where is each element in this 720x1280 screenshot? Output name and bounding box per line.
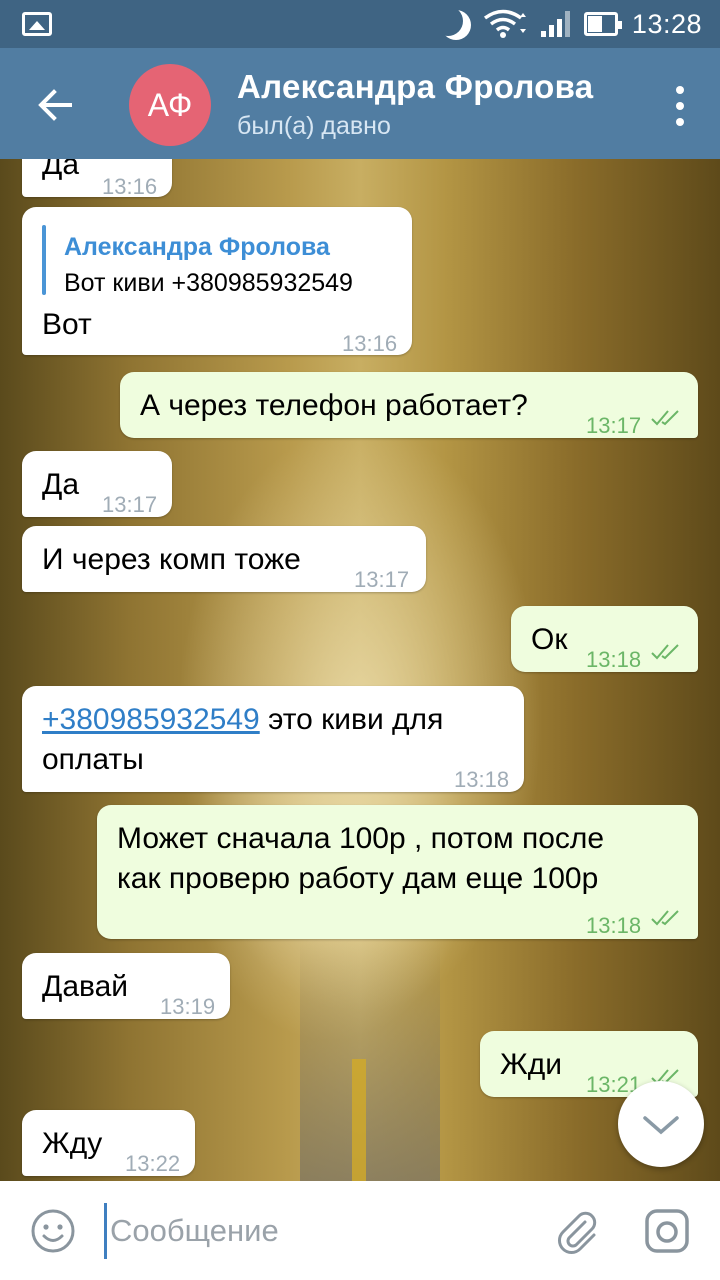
message-input[interactable]	[104, 1203, 524, 1259]
message-text: Ок	[531, 623, 568, 656]
message-list[interactable]: Да 13:16 Александра Фролова Вот киви +38…	[0, 159, 720, 1181]
menu-dots-icon[interactable]	[670, 86, 690, 126]
double-check-icon	[651, 644, 679, 660]
do-not-disturb-icon	[433, 6, 463, 36]
message-text: Да	[42, 159, 80, 181]
wifi-icon	[483, 9, 526, 38]
message-text: Жду	[42, 1127, 103, 1160]
emoji-icon[interactable]	[30, 1208, 76, 1254]
message-time: 13:16	[102, 174, 158, 199]
message-text: Да	[42, 468, 80, 501]
message-text-line2: как проверю работу дам еще 100р	[117, 862, 599, 895]
message-input-bar	[0, 1181, 720, 1280]
gallery-notification-icon	[22, 12, 52, 36]
chat-header: АФ Александра Фролова был(а) давно	[0, 48, 720, 159]
message-text: Жди	[500, 1048, 562, 1081]
reply-author: Александра Фролова	[64, 233, 330, 261]
message-time: 13:17	[586, 413, 642, 438]
phone-link[interactable]: +380985932549	[42, 703, 260, 736]
message-outgoing[interactable]: А через телефон работает? 13:17	[120, 372, 698, 438]
message-text-part: это киви для	[259, 703, 444, 736]
message-incoming[interactable]: Жду 13:22	[22, 1110, 195, 1176]
camera-icon[interactable]	[643, 1207, 691, 1255]
message-incoming[interactable]: И через комп тоже 13:17	[22, 526, 426, 592]
message-text-line1: Может сначала 100р , потом после	[117, 822, 605, 855]
message-outgoing[interactable]: Может сначала 100р , потом после как про…	[97, 805, 698, 939]
reply-text: Вот киви +380985932549	[64, 269, 353, 297]
message-time: 13:22	[125, 1151, 181, 1176]
message-text-line2: оплаты	[42, 743, 144, 776]
contact-name[interactable]: Александра Фролова	[237, 68, 593, 106]
message-text: А через телефон работает?	[140, 389, 528, 422]
message-time: 13:17	[102, 492, 158, 517]
status-bar: 13:28	[0, 0, 720, 48]
message-incoming[interactable]: Да 13:16	[22, 159, 172, 199]
message-text: И через комп тоже	[42, 543, 301, 576]
message-incoming[interactable]: +380985932549 это киви для оплаты 13:18	[22, 686, 524, 792]
contact-status: был(а) давно	[237, 112, 391, 140]
message-text: Давай	[42, 970, 129, 1003]
clock: 13:28	[631, 8, 702, 39]
paperclip-icon[interactable]	[552, 1206, 602, 1256]
message-text: Вот	[42, 308, 92, 341]
message-time: 13:17	[354, 567, 410, 592]
message-time: 13:18	[586, 913, 642, 938]
message-incoming[interactable]: Давай 13:19	[22, 953, 230, 1019]
double-check-icon	[651, 910, 679, 926]
cell-signal-icon	[540, 11, 570, 37]
battery-icon	[583, 12, 622, 36]
message-incoming[interactable]: Александра Фролова Вот киви +38098593254…	[22, 207, 412, 356]
message-text: +380985932549 это киви для	[42, 700, 443, 740]
reply-quote-bar	[42, 225, 46, 295]
message-time: 13:18	[586, 647, 642, 672]
message-incoming[interactable]: Да 13:17	[22, 451, 172, 517]
background-road	[300, 939, 440, 1181]
back-arrow-icon[interactable]	[30, 80, 80, 130]
double-check-icon	[651, 410, 679, 426]
message-outgoing[interactable]: Ок 13:18	[511, 606, 698, 672]
scroll-to-bottom-button[interactable]	[618, 1081, 704, 1167]
message-time: 13:16	[342, 331, 398, 356]
message-time: 13:18	[454, 767, 510, 792]
avatar[interactable]: АФ	[129, 64, 211, 146]
background-road-line	[352, 1059, 366, 1181]
chevron-down-icon	[643, 1116, 679, 1135]
message-time: 13:19	[160, 994, 216, 1019]
